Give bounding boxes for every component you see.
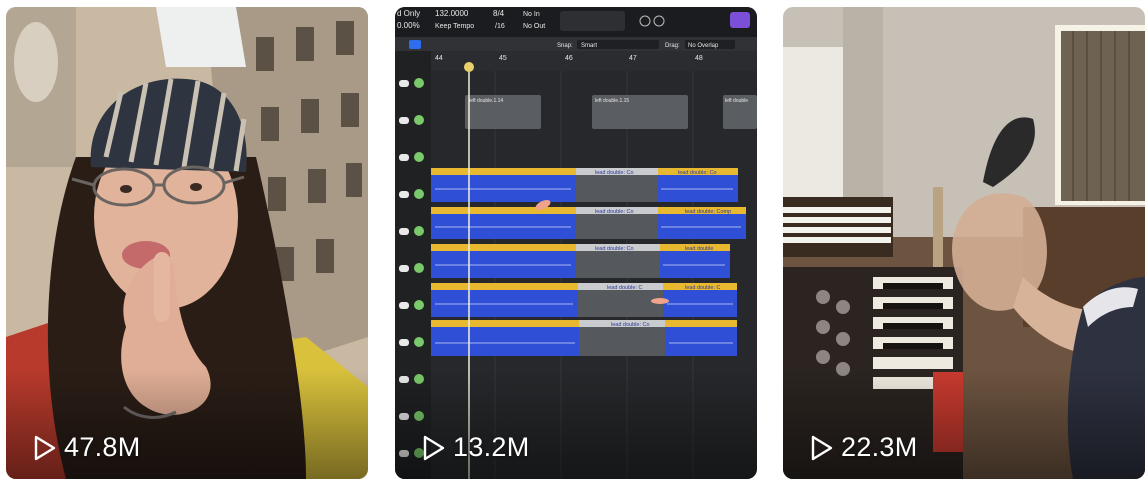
view-count: 47.8M bbox=[34, 432, 141, 463]
view-count-text: 13.2M bbox=[453, 432, 530, 462]
video-thumbnail[interactable]: 47.8M bbox=[6, 7, 368, 479]
svg-text:left double.1.14: left double.1.14 bbox=[469, 98, 503, 104]
svg-text:8/4: 8/4 bbox=[493, 9, 505, 18]
svg-text:lead double: Co: lead double: Co bbox=[595, 246, 634, 252]
svg-text:132.0000: 132.0000 bbox=[435, 9, 469, 18]
svg-text:Drag:: Drag: bbox=[665, 43, 680, 49]
svg-text:47: 47 bbox=[629, 55, 637, 62]
video-thumbnail[interactable]: 22.3M bbox=[783, 7, 1145, 479]
svg-text:left double.1.15: left double.1.15 bbox=[595, 98, 629, 104]
svg-text:44: 44 bbox=[435, 55, 443, 62]
svg-text:d Only: d Only bbox=[397, 9, 420, 18]
view-count: 22.3M bbox=[811, 432, 918, 463]
svg-text:48: 48 bbox=[695, 55, 703, 62]
svg-text:/16: /16 bbox=[495, 23, 505, 30]
play-outline-icon bbox=[34, 435, 56, 460]
view-count-text: 22.3M bbox=[841, 432, 918, 462]
svg-text:No Overlap: No Overlap bbox=[688, 43, 719, 49]
svg-text:lead double: C: lead double: C bbox=[685, 285, 720, 291]
svg-text:lead double: Co: lead double: Co bbox=[611, 322, 650, 328]
svg-text:Keep Tempo: Keep Tempo bbox=[435, 23, 474, 30]
svg-text:Snap:: Snap: bbox=[557, 43, 573, 49]
view-count: 13.2M bbox=[423, 432, 530, 463]
play-outline-icon bbox=[811, 435, 833, 460]
svg-text:lead double: Co: lead double: Co bbox=[595, 170, 634, 176]
svg-text:lead double: Comp: lead double: Comp bbox=[685, 209, 731, 215]
play-outline-icon bbox=[423, 435, 445, 460]
video-thumbnail[interactable]: d Only 0.00% 132.0000 Keep Tempo 8/4 /16… bbox=[395, 7, 757, 479]
svg-text:lead double: C: lead double: C bbox=[607, 285, 642, 291]
svg-text:lead double: Co: lead double: Co bbox=[595, 209, 634, 215]
svg-text:45: 45 bbox=[499, 55, 507, 62]
svg-text:lead double: lead double bbox=[685, 246, 713, 252]
svg-text:0.00%: 0.00% bbox=[397, 21, 420, 30]
svg-text:No In: No In bbox=[523, 11, 540, 18]
svg-text:left double: left double bbox=[725, 98, 748, 104]
svg-text:lead double: Co: lead double: Co bbox=[678, 170, 717, 176]
svg-text:46: 46 bbox=[565, 55, 573, 62]
svg-text:No Out: No Out bbox=[523, 23, 545, 30]
view-count-text: 47.8M bbox=[64, 432, 141, 462]
svg-text:Smart: Smart bbox=[581, 43, 597, 49]
